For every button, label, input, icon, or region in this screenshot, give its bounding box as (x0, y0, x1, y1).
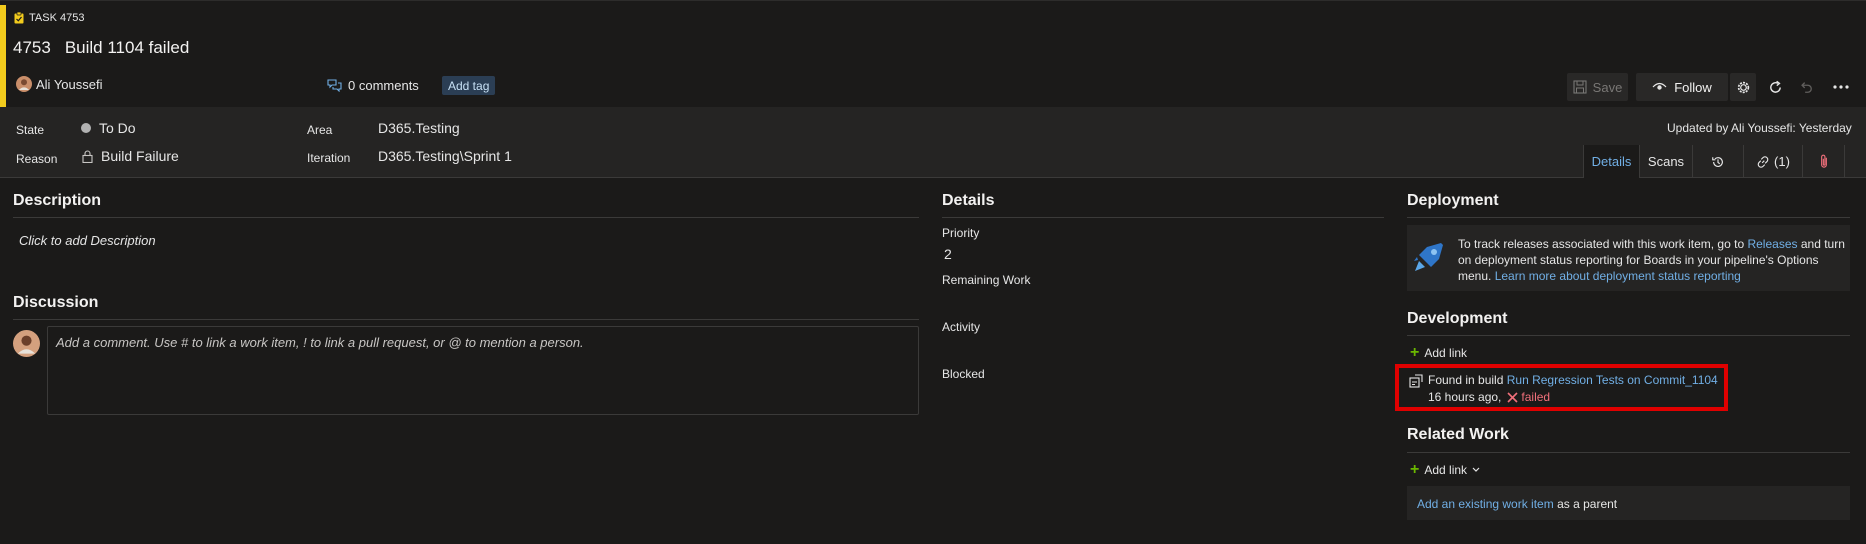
save-button[interactable]: Save (1567, 73, 1628, 101)
tab-attachments[interactable] (1802, 145, 1845, 178)
plus-icon: + (1410, 461, 1420, 478)
comment-icon (327, 79, 342, 92)
discussion-heading: Discussion (13, 294, 99, 311)
chevron-down-icon (1472, 467, 1480, 473)
link-icon (1756, 155, 1770, 169)
work-item-header: TASK 4753 4753 Build 1104 failed Ali You… (0, 0, 1866, 108)
last-updated-text[interactable]: Updated by Ali Youssefi: Yesterday (1667, 121, 1852, 135)
state-value: To Do (99, 120, 136, 136)
state-label: State (16, 123, 45, 137)
comments-link[interactable]: 0 comments (327, 78, 419, 93)
more-actions-button[interactable] (1829, 73, 1853, 101)
build-failed-status: failed (1507, 390, 1550, 404)
close-icon (1507, 391, 1518, 403)
current-user-avatar (13, 330, 40, 357)
remaining-work-label: Remaining Work (942, 273, 1031, 287)
development-add-link-button[interactable]: + Add link (1410, 344, 1468, 361)
area-value[interactable]: D365.Testing (378, 120, 460, 136)
found-in-build: Found in build Run Regression Tests on C… (1428, 373, 1718, 387)
build-link[interactable]: Run Regression Tests on Commit_1104 (1507, 373, 1718, 387)
links-count: (1) (1774, 154, 1790, 169)
deployment-text-4: menu. (1458, 269, 1492, 283)
work-item-type-label: TASK 4753 (29, 12, 85, 24)
tab-history[interactable] (1692, 145, 1743, 178)
description-editor[interactable]: Click to add Description (19, 233, 156, 248)
assignee-field[interactable]: Ali Youssefi (16, 76, 103, 92)
development-divider (1407, 335, 1850, 336)
work-item-title[interactable]: 4753 Build 1104 failed (13, 38, 189, 58)
tab-details[interactable]: Details (1583, 145, 1639, 178)
deployment-text-2: and turn (1800, 237, 1845, 251)
reason-label: Reason (16, 152, 58, 166)
avatar (16, 76, 32, 92)
add-link-label: Add link (1424, 346, 1468, 360)
save-icon (1573, 80, 1587, 94)
work-item-id: 4753 (13, 38, 51, 57)
gear-icon (1736, 80, 1751, 95)
deployment-divider (1407, 217, 1850, 218)
priority-label: Priority (942, 226, 980, 240)
state-dot-icon (81, 123, 91, 133)
clipboard-icon (14, 12, 24, 24)
deployment-message: To track releases associated with this w… (1458, 236, 1848, 284)
tab-scans[interactable]: Scans (1639, 145, 1692, 178)
follow-label: Follow (1674, 79, 1712, 95)
history-icon (1711, 155, 1725, 169)
lock-icon (82, 149, 93, 163)
build-icon (1409, 374, 1423, 388)
details-divider (942, 217, 1384, 218)
description-heading: Description (13, 192, 102, 209)
settings-button[interactable] (1730, 73, 1756, 101)
rocket-icon (1413, 241, 1445, 275)
iteration-label: Iteration (307, 151, 351, 165)
build-status: 16 hours ago, failed (1428, 390, 1550, 404)
deployment-heading: Deployment (1407, 192, 1499, 209)
related-work-empty-message: Add an existing work item as a parent (1417, 497, 1617, 511)
build-failed-label: failed (1521, 390, 1551, 404)
reason-field[interactable]: Build Failure (82, 148, 179, 164)
refresh-icon (1768, 80, 1783, 95)
discussion-divider (13, 319, 919, 320)
build-time: 16 hours ago, (1428, 390, 1502, 404)
area-label: Area (307, 123, 333, 137)
related-add-link-label: Add link (1424, 463, 1468, 477)
eye-icon (1652, 82, 1667, 92)
deployment-text-1: To track releases associated with this w… (1458, 237, 1745, 251)
description-divider (13, 217, 919, 218)
follow-button[interactable]: Follow (1636, 73, 1728, 101)
reason-value: Build Failure (101, 148, 179, 164)
undo-icon (1799, 80, 1813, 94)
paperclip-icon (1819, 154, 1829, 169)
state-field[interactable]: To Do (81, 120, 136, 136)
add-tag-button[interactable]: Add tag (442, 76, 496, 95)
priority-value[interactable]: 2 (944, 246, 952, 262)
related-work-heading: Related Work (1407, 426, 1509, 443)
refresh-button[interactable] (1763, 73, 1787, 101)
related-add-link-button[interactable]: + Add link (1410, 461, 1480, 478)
work-item-title-text[interactable]: Build 1104 failed (65, 38, 189, 58)
save-label: Save (1592, 79, 1623, 95)
iteration-value[interactable]: D365.Testing\Sprint 1 (378, 148, 512, 164)
tab-links[interactable]: (1) (1743, 145, 1802, 178)
found-in-build-label: Found in build (1428, 373, 1504, 387)
releases-link[interactable]: Releases (1747, 237, 1797, 251)
blocked-label: Blocked (942, 367, 985, 381)
plus-icon: + (1410, 344, 1420, 361)
development-heading: Development (1407, 310, 1508, 327)
comments-count: 0 comments (348, 78, 419, 93)
comment-placeholder: Add a comment. Use # to link a work item… (56, 335, 584, 350)
work-item-type-color-bar (0, 5, 6, 108)
as-parent-text: as a parent (1557, 497, 1618, 511)
deployment-text-3: on deployment status reporting for Board… (1458, 253, 1819, 267)
add-existing-work-item-link[interactable]: Add an existing work item (1417, 497, 1554, 511)
comment-input[interactable]: Add a comment. Use # to link a work item… (47, 326, 919, 415)
assignee-name: Ali Youssefi (36, 76, 103, 92)
undo-button[interactable] (1794, 73, 1818, 101)
related-work-divider (1407, 452, 1850, 453)
ellipsis-icon (1833, 85, 1849, 89)
details-heading: Details (942, 192, 995, 209)
work-item-type: TASK 4753 (14, 12, 84, 24)
learn-more-deployment-link[interactable]: Learn more about deployment status repor… (1495, 269, 1741, 283)
activity-label: Activity (942, 320, 981, 334)
